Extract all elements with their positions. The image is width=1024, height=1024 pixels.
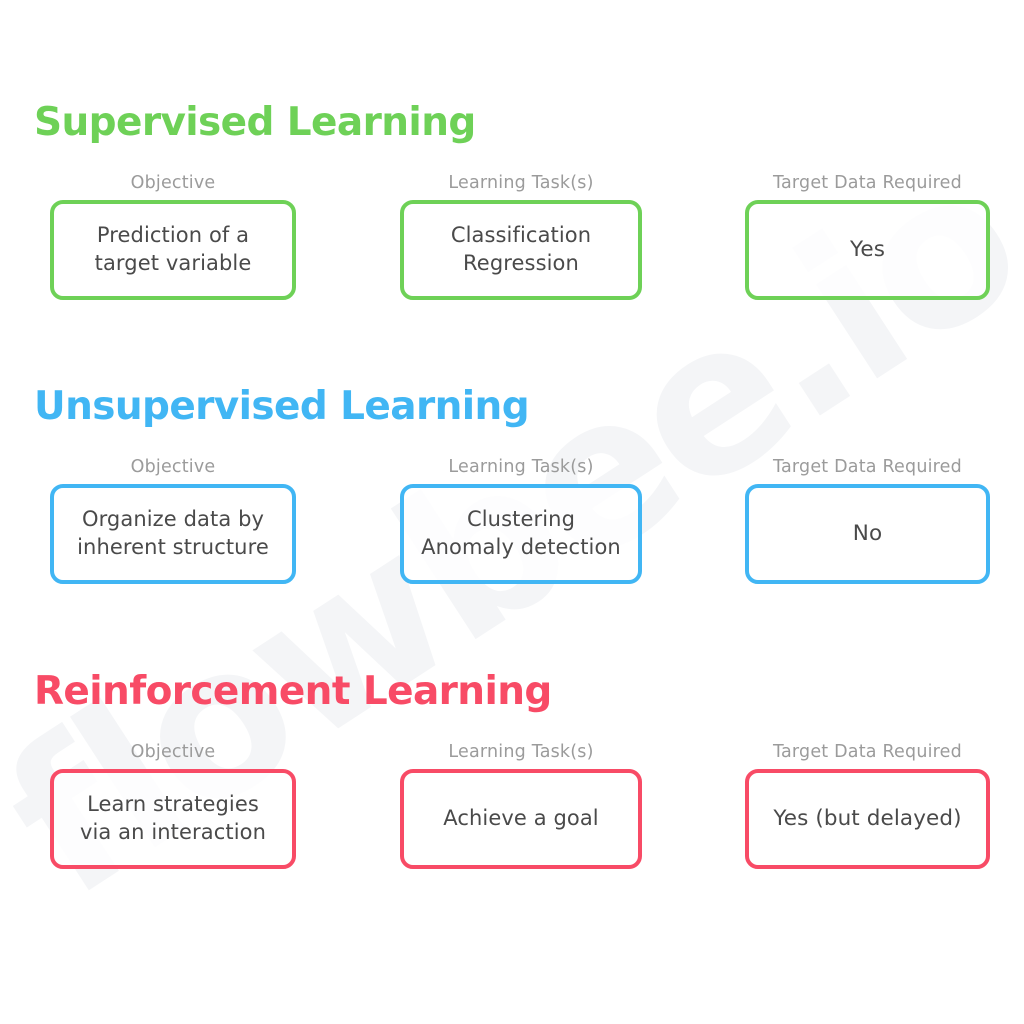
section-reinforcement-learning: Reinforcement Learning Objective Learn s… <box>0 672 1024 902</box>
column-objective-reinforcement: Objective Learn strategies via an intera… <box>50 742 296 869</box>
card-text-target-data-unsupervised: No <box>852 520 883 546</box>
card-text-learning-tasks-reinforcement: Achieve a goal <box>443 806 599 831</box>
card-text-objective-unsupervised: Organize data by inherent structure <box>77 507 269 559</box>
section-supervised-learning: Supervised Learning Objective Prediction… <box>0 103 1024 333</box>
section-unsupervised-learning: Unsupervised Learning Objective Organize… <box>0 387 1024 617</box>
column-learning-tasks-reinforcement: Learning Task(s) Achieve a goal <box>400 742 642 869</box>
card-text-learning-tasks-supervised: Classification Regression <box>450 223 592 275</box>
infographic-canvas: flowbee.io Supervised Learning Objective… <box>0 0 1024 1024</box>
card-target-data-reinforcement[interactable]: Yes (but delayed) <box>745 769 990 869</box>
column-target-data-supervised: Target Data Required Yes <box>745 173 990 300</box>
heading-supervised-learning: Supervised Learning <box>34 100 476 145</box>
card-text-learning-tasks-unsupervised: Clustering Anomaly detection <box>421 507 621 559</box>
column-objective-unsupervised: Objective Organize data by inherent stru… <box>50 457 296 584</box>
column-label-learning-tasks: Learning Task(s) <box>448 742 594 762</box>
column-target-data-reinforcement: Target Data Required Yes (but delayed) <box>745 742 990 869</box>
column-label-objective: Objective <box>130 742 216 762</box>
column-label-learning-tasks: Learning Task(s) <box>448 457 594 477</box>
card-objective-unsupervised[interactable]: Organize data by inherent structure <box>50 484 296 584</box>
column-learning-tasks-supervised: Learning Task(s) Classification Regressi… <box>400 173 642 300</box>
card-objective-supervised[interactable]: Prediction of a target variable <box>50 200 296 300</box>
card-text-target-data-reinforcement: Yes (but delayed) <box>773 805 962 831</box>
card-objective-reinforcement[interactable]: Learn strategies via an interaction <box>50 769 296 869</box>
column-learning-tasks-unsupervised: Learning Task(s) Clustering Anomaly dete… <box>400 457 642 584</box>
card-learning-tasks-unsupervised[interactable]: Clustering Anomaly detection <box>400 484 642 584</box>
card-learning-tasks-supervised[interactable]: Classification Regression <box>400 200 642 300</box>
column-label-target-data: Target Data Required <box>773 742 962 762</box>
column-label-target-data: Target Data Required <box>773 173 962 193</box>
card-target-data-supervised[interactable]: Yes <box>745 200 990 300</box>
column-label-learning-tasks: Learning Task(s) <box>448 173 594 193</box>
column-label-target-data: Target Data Required <box>773 457 962 477</box>
card-text-objective-reinforcement: Learn strategies via an interaction <box>79 792 267 844</box>
card-target-data-unsupervised[interactable]: No <box>745 484 990 584</box>
card-text-target-data-supervised: Yes <box>849 236 885 262</box>
card-text-objective-supervised: Prediction of a target variable <box>94 223 252 275</box>
cards-row-reinforcement: Objective Learn strategies via an intera… <box>0 742 1024 902</box>
heading-unsupervised-learning: Unsupervised Learning <box>34 384 530 429</box>
card-learning-tasks-reinforcement[interactable]: Achieve a goal <box>400 769 642 869</box>
heading-reinforcement-learning: Reinforcement Learning <box>34 669 552 714</box>
cards-row-unsupervised: Objective Organize data by inherent stru… <box>0 457 1024 617</box>
column-label-objective: Objective <box>130 173 216 193</box>
cards-row-supervised: Objective Prediction of a target variabl… <box>0 173 1024 333</box>
column-label-objective: Objective <box>130 457 216 477</box>
column-objective-supervised: Objective Prediction of a target variabl… <box>50 173 296 300</box>
column-target-data-unsupervised: Target Data Required No <box>745 457 990 584</box>
